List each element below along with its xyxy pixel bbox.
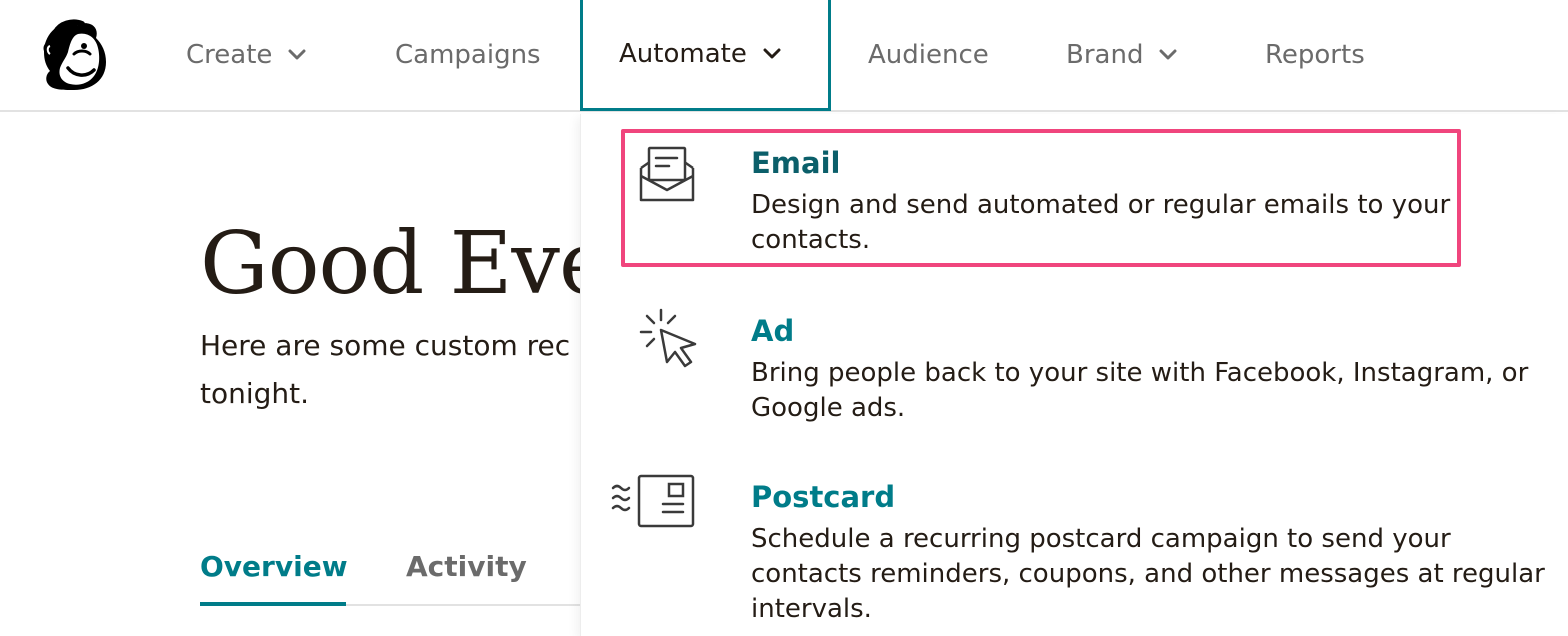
- nav-reports-label: Reports: [1265, 40, 1365, 70]
- nav-audience[interactable]: Audience: [868, 0, 989, 110]
- page-subtitle: Here are some custom rec done tonight.: [200, 329, 580, 410]
- tab-bar: Overview Activity: [200, 550, 580, 606]
- nav-brand[interactable]: Brand: [1066, 0, 1177, 110]
- page-title: Good Eve: [200, 214, 580, 314]
- mailchimp-logo-icon[interactable]: [34, 16, 114, 96]
- nav-reports[interactable]: Reports: [1265, 0, 1365, 110]
- chevron-down-icon: [288, 49, 306, 60]
- menu-item-postcard-description: Schedule a recurring postcard campaign t…: [751, 524, 1545, 624]
- postcard-icon: [611, 474, 695, 528]
- menu-item-ad[interactable]: Ad Bring people back to your site with F…: [581, 302, 1568, 442]
- tab-overview[interactable]: Overview: [200, 550, 348, 606]
- menu-item-email-title: Email: [751, 146, 841, 180]
- menu-item-ad-description: Bring people back to your site with Face…: [751, 358, 1529, 423]
- envelope-icon: [639, 146, 695, 202]
- chevron-down-icon: [1159, 49, 1177, 60]
- cursor-click-icon: [639, 308, 697, 368]
- nav-brand-label: Brand: [1066, 40, 1144, 70]
- nav-create-label: Create: [186, 40, 273, 70]
- nav-audience-label: Audience: [868, 40, 989, 70]
- nav-automate-label: Automate: [619, 39, 747, 69]
- automate-dropdown-menu: Email Design and send automated or regul…: [580, 114, 1568, 636]
- dashboard-content: Good Eve Here are some custom rec done t…: [0, 114, 580, 636]
- tab-activity[interactable]: Activity: [406, 550, 527, 606]
- top-nav: Create Campaigns Automate Audience Brand…: [0, 0, 1568, 112]
- menu-item-postcard[interactable]: Postcard Schedule a recurring postcard c…: [581, 470, 1568, 636]
- nav-create[interactable]: Create: [186, 0, 306, 110]
- nav-campaigns[interactable]: Campaigns: [395, 0, 541, 110]
- menu-item-email-description: Design and send automated or regular ema…: [751, 190, 1451, 255]
- nav-campaigns-label: Campaigns: [395, 40, 541, 70]
- menu-item-email[interactable]: Email Design and send automated or regul…: [581, 134, 1568, 274]
- menu-item-ad-title: Ad: [751, 314, 795, 348]
- nav-automate[interactable]: Automate: [580, 0, 831, 111]
- menu-item-postcard-title: Postcard: [751, 480, 896, 514]
- chevron-down-icon: [763, 48, 781, 59]
